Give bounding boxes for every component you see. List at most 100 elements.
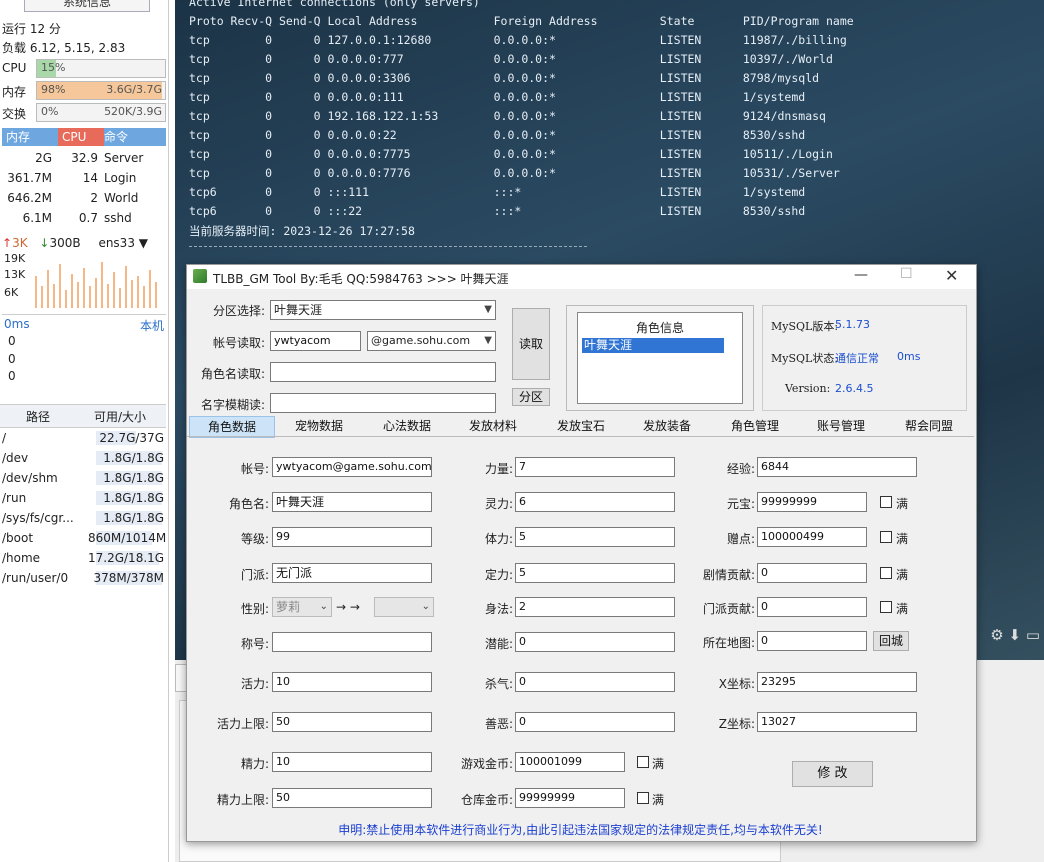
sect-field[interactable]: 无门派	[272, 563, 432, 583]
energy-label: 精力:	[240, 757, 269, 771]
yuanbao-field[interactable]: 99999999	[757, 492, 867, 512]
sysinfo-button[interactable]: 系统信息	[24, 0, 150, 12]
strength-label: 力量:	[484, 462, 513, 476]
account-field[interactable]: ywtyacom@game.sohu.com	[272, 457, 432, 477]
close-icon[interactable]: ✕	[945, 266, 958, 285]
goodevil-field[interactable]: 0	[515, 712, 675, 732]
read-button[interactable]: 读取	[512, 308, 550, 380]
bank-gold-field[interactable]: 99999999	[515, 788, 625, 808]
z-coord-field[interactable]: 13027	[757, 712, 917, 732]
proc-cmd: World	[104, 191, 139, 205]
col-size[interactable]: 可用/大小	[94, 408, 146, 425]
mysql-info-box: MySQL版本: 5.1.73 MySQL状态: 通信正常 0ms Versio…	[762, 305, 967, 411]
download-icon[interactable]: ⬇	[1008, 626, 1021, 644]
bonus-full-checkbox[interactable]	[880, 531, 892, 543]
energy-field[interactable]: 10	[272, 752, 432, 772]
proc-mem: 6.1M	[22, 211, 52, 225]
rolename-read-input[interactable]	[270, 362, 496, 382]
full-label: 满	[896, 568, 909, 582]
sect-contrib-label: 门派贡献:	[702, 602, 755, 616]
disk-path: /run/user/0	[2, 571, 69, 585]
focus-field[interactable]: 5	[515, 563, 675, 583]
x-coord-field[interactable]: 23295	[757, 672, 917, 692]
map-field[interactable]: 0	[757, 631, 867, 651]
gold-field[interactable]: 100001099	[515, 752, 625, 772]
zone-select[interactable]: 叶舞天涯 ▼	[270, 300, 496, 320]
tab-give-equipment[interactable]: 发放装备	[625, 416, 709, 436]
potential-field[interactable]: 0	[515, 632, 675, 652]
tab-guild-alliance[interactable]: 帮会同盟	[887, 416, 971, 436]
col-path[interactable]: 路径	[26, 408, 50, 425]
vitality-field[interactable]: 10	[272, 672, 432, 692]
tab-give-materials[interactable]: 发放材料	[451, 416, 535, 436]
exp-field[interactable]: 6844	[757, 457, 917, 477]
net-scale-top: 19K	[4, 252, 26, 265]
terminal-line: tcp 0 0 0.0.0.0:7776 0.0.0.0:* LISTEN 10…	[189, 166, 840, 180]
process-list: 2G 32.9 Server 361.7M 14 Login 646.2M 2 …	[2, 148, 166, 228]
zone-label: 分区选择:	[213, 304, 266, 318]
maximize-icon[interactable]: ☐	[900, 266, 913, 282]
stamina-field[interactable]: 5	[515, 527, 675, 547]
role-list-item[interactable]: 叶舞天涯	[582, 338, 724, 353]
modify-button[interactable]: 修 改	[792, 761, 873, 787]
account-read-input[interactable]: ywtyacom	[270, 331, 361, 351]
process-row[interactable]: 6.1M 0.7 sshd	[2, 208, 166, 228]
disk-row[interactable]: /sys/fs/cgr... 1.8G/1.8G	[0, 508, 166, 528]
disk-row[interactable]: /dev 1.8G/1.8G	[0, 448, 166, 468]
title-field[interactable]	[272, 632, 432, 652]
gender-label: 性别:	[240, 602, 269, 616]
domain-select[interactable]: @game.sohu.com ▼	[367, 331, 496, 351]
disk-row[interactable]: /dev/shm 1.8G/1.8G	[0, 468, 166, 488]
gender-target-select[interactable]: ⌄	[374, 597, 434, 617]
gender-select[interactable]: 萝莉 ⌄	[272, 597, 332, 617]
tab-account-management[interactable]: 账号管理	[799, 416, 883, 436]
return-city-button[interactable]: 回城	[873, 631, 909, 651]
disk-row[interactable]: /run 1.8G/1.8G	[0, 488, 166, 508]
disk-row[interactable]: /run/user/0 378M/378M	[0, 568, 166, 588]
proc-mem: 361.7M	[7, 171, 52, 185]
agility-field[interactable]: 2	[515, 597, 675, 617]
process-row[interactable]: 646.2M 2 World	[2, 188, 166, 208]
process-row[interactable]: 361.7M 14 Login	[2, 168, 166, 188]
window-icon[interactable]: ▭	[1026, 626, 1040, 644]
col-cpu[interactable]: CPU	[58, 128, 104, 146]
sect-contrib-field[interactable]: 0	[757, 597, 867, 617]
tab-give-gems[interactable]: 发放宝石	[539, 416, 623, 436]
spirit-field[interactable]: 6	[515, 492, 675, 512]
iface-select[interactable]: ens33	[98, 236, 135, 250]
col-mem[interactable]: 内存	[6, 128, 30, 146]
zone-button[interactable]: 分区	[512, 388, 550, 406]
col-cmd[interactable]: 命令	[104, 128, 128, 146]
tab-pet-data[interactable]: 宠物数据	[277, 416, 361, 436]
story-field[interactable]: 0	[757, 563, 867, 583]
proc-cpu: 14	[82, 171, 98, 185]
bank-gold-full-checkbox[interactable]	[637, 792, 649, 804]
strength-field[interactable]: 7	[515, 457, 675, 477]
disk-row[interactable]: /home 17.2G/18.1G	[0, 548, 166, 568]
bonus-field[interactable]: 100000499	[757, 527, 867, 547]
ping-host[interactable]: 本机	[140, 317, 164, 334]
tab-role-data[interactable]: 角色数据	[189, 416, 275, 438]
tab-role-management[interactable]: 角色管理	[713, 416, 797, 436]
disk-row[interactable]: /boot 860M/1014M	[0, 528, 166, 548]
tab-xinfa-data[interactable]: 心法数据	[365, 416, 449, 436]
yuanbao-full-checkbox[interactable]	[880, 496, 892, 508]
energy-max-label: 精力上限:	[216, 793, 269, 807]
full-label: 满	[896, 602, 909, 616]
net-up: 3K	[12, 236, 28, 250]
killing-field[interactable]: 0	[515, 672, 675, 692]
vitality-max-field[interactable]: 50	[272, 712, 432, 732]
gold-full-checkbox[interactable]	[637, 756, 649, 768]
rolename-field[interactable]: 叶舞天涯	[272, 492, 432, 512]
chevron-down-icon[interactable]: ▼	[139, 236, 148, 250]
sect-contrib-full-checkbox[interactable]	[880, 601, 892, 613]
energy-max-field[interactable]: 50	[272, 788, 432, 808]
disk-row[interactable]: / 22.7G/37G	[0, 428, 166, 448]
story-full-checkbox[interactable]	[880, 567, 892, 579]
gear-icon[interactable]: ⚙	[990, 626, 1003, 644]
minimize-icon[interactable]: —	[854, 267, 868, 283]
process-row[interactable]: 2G 32.9 Server	[2, 148, 166, 168]
mem-meter: 98% 3.6G/3.7G	[36, 81, 166, 100]
fuzzy-read-input[interactable]	[270, 393, 496, 413]
level-field[interactable]: 99	[272, 527, 432, 547]
